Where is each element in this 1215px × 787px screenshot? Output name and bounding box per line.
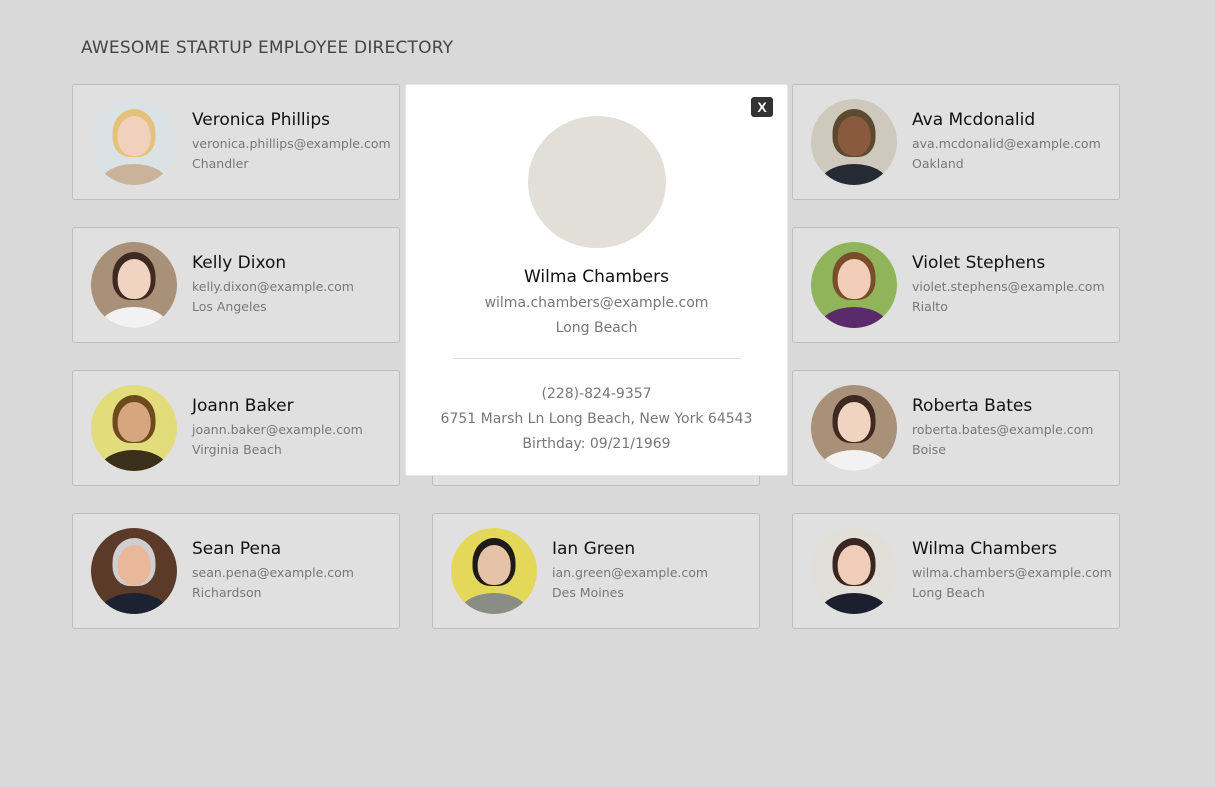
avatar-face <box>837 116 871 156</box>
employee-city: Chandler <box>192 156 249 171</box>
avatar-body <box>100 450 168 471</box>
avatar <box>811 99 897 185</box>
avatar-body <box>100 307 168 328</box>
employee-card[interactable]: Ava Mcdonalid ava.mcdonalid@example.com Oa… <box>792 84 1120 200</box>
modal-city: Long Beach <box>555 320 638 336</box>
employee-modal: X Wilma Chambers wilma.chambers@example.… <box>405 84 788 476</box>
avatar <box>811 385 897 471</box>
employee-email: ian.green@example.com <box>552 565 709 580</box>
employee-email: roberta.bates@example.com <box>912 422 1094 437</box>
employee-card[interactable]: Sean Pena sean.pena@example.com Richardson <box>72 513 400 629</box>
employee-name: Ian Green <box>552 539 636 559</box>
avatar <box>811 528 897 614</box>
modal-divider <box>452 358 741 359</box>
avatar-body <box>460 593 528 614</box>
employee-city: Oakland <box>912 156 964 171</box>
avatar-face <box>117 116 151 156</box>
modal-birthday: Birthday: 09/21/1969 <box>522 436 671 452</box>
avatar <box>91 385 177 471</box>
employee-card[interactable]: Joann Baker joann.baker@example.com Virgin… <box>72 370 400 486</box>
employee-city: Long Beach <box>912 585 985 600</box>
modal-avatar <box>527 116 666 248</box>
directory-page: AWESOME STARTUP EMPLOYEE DIRECTORY Veron… <box>0 0 1215 787</box>
avatar-face <box>837 402 871 442</box>
avatar-body <box>820 307 888 328</box>
employee-card[interactable]: Violet Stephens violet.stephens@example.c… <box>792 227 1120 343</box>
employee-info: Ian Green ian.green@example.com Des Moines <box>552 539 708 603</box>
modal-email: wilma.chambers@example.com <box>484 295 709 311</box>
avatar <box>91 99 177 185</box>
employee-card[interactable]: Ian Green ian.green@example.com Des Moines <box>432 513 760 629</box>
employee-name: Sean Pena <box>192 539 282 559</box>
avatar-face <box>117 545 151 585</box>
employee-info: Violet Stephens violet.stephens@example.c… <box>912 253 1105 317</box>
avatar-face <box>477 545 511 585</box>
employee-email: violet.stephens@example.com <box>912 279 1105 294</box>
employee-info: Veronica Phillips veronica.phillips@examp… <box>192 110 391 174</box>
employee-name: Roberta Bates <box>912 396 1033 416</box>
employee-info: Sean Pena sean.pena@example.com Richardson <box>192 539 354 603</box>
employee-card[interactable]: Kelly Dixon kelly.dixon@example.com Los An… <box>72 227 400 343</box>
avatar-body <box>820 450 888 471</box>
employee-info: Wilma Chambers wilma.chambers@example.com… <box>912 539 1112 603</box>
employee-info: Ava Mcdonalid ava.mcdonalid@example.com Oa… <box>912 110 1101 174</box>
avatar <box>451 528 537 614</box>
employee-city: Rialto <box>912 299 948 314</box>
employee-city: Virginia Beach <box>192 442 282 457</box>
employee-name: Joann Baker <box>192 396 294 416</box>
avatar-body <box>100 593 168 614</box>
employee-email: joann.baker@example.com <box>192 422 363 437</box>
avatar <box>811 242 897 328</box>
employee-name: Wilma Chambers <box>912 539 1057 559</box>
avatar-body <box>100 164 168 185</box>
employee-city: Boise <box>912 442 946 457</box>
employee-name: Ava Mcdonalid <box>912 110 1036 130</box>
employee-card[interactable]: Roberta Bates roberta.bates@example.com Bo… <box>792 370 1120 486</box>
employee-card[interactable]: Wilma Chambers wilma.chambers@example.com… <box>792 513 1120 629</box>
modal-address: 6751 Marsh Ln Long Beach, New York 64543 <box>440 411 753 427</box>
employee-card[interactable]: Veronica Phillips veronica.phillips@examp… <box>72 84 400 200</box>
modal-name: Wilma Chambers <box>524 267 669 287</box>
employee-city: Des Moines <box>552 585 624 600</box>
avatar-face <box>117 402 151 442</box>
employee-name: Kelly Dixon <box>192 253 287 273</box>
avatar <box>91 528 177 614</box>
avatar-face <box>117 259 151 299</box>
avatar-face <box>837 259 871 299</box>
employee-info: Joann Baker joann.baker@example.com Virgin… <box>192 396 363 460</box>
employee-email: kelly.dixon@example.com <box>192 279 354 294</box>
employee-email: wilma.chambers@example.com <box>912 565 1112 580</box>
employee-name: Violet Stephens <box>912 253 1046 273</box>
avatar-body <box>820 164 888 185</box>
page-title: AWESOME STARTUP EMPLOYEE DIRECTORY <box>81 38 454 58</box>
close-button[interactable]: X <box>751 97 773 117</box>
avatar-face <box>837 545 871 585</box>
avatar <box>91 242 177 328</box>
employee-email: sean.pena@example.com <box>192 565 354 580</box>
employee-info: Roberta Bates roberta.bates@example.com Bo… <box>912 396 1093 460</box>
employee-city: Los Angeles <box>192 299 267 314</box>
employee-info: Kelly Dixon kelly.dixon@example.com Los An… <box>192 253 354 317</box>
avatar-body <box>820 593 888 614</box>
employee-city: Richardson <box>192 585 262 600</box>
employee-email: ava.mcdonalid@example.com <box>912 136 1101 151</box>
employee-name: Veronica Phillips <box>192 110 331 130</box>
employee-email: veronica.phillips@example.com <box>192 136 391 151</box>
modal-phone: (228)-824-9357 <box>541 386 652 402</box>
